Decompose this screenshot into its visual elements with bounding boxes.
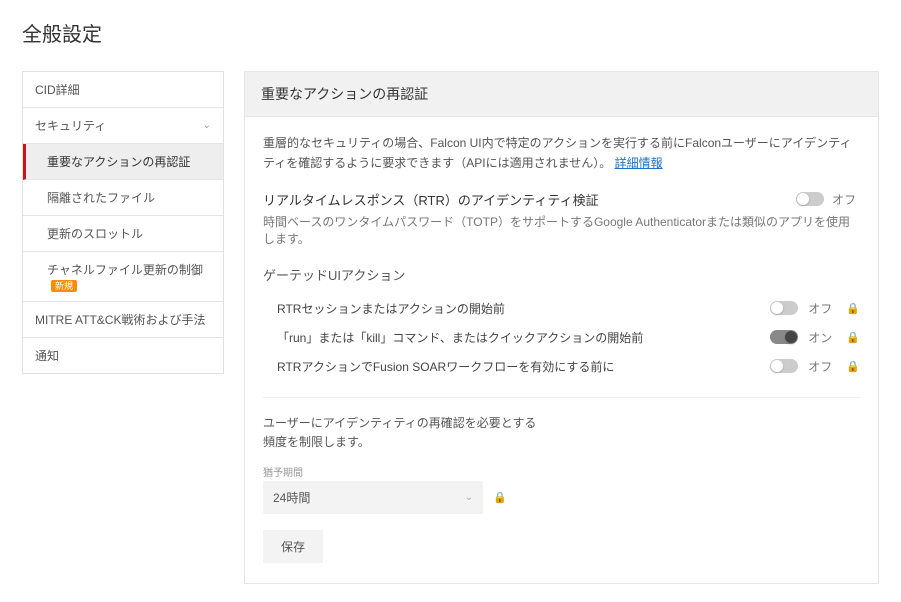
- gated-section-title: ゲーテッドUIアクション: [263, 265, 860, 284]
- freq-desc-line2: 頻度を制限します。: [263, 435, 370, 449]
- panel-header: 重要なアクションの再認証: [245, 72, 878, 117]
- lock-icon: 🔒: [846, 360, 860, 373]
- gated-toggle-2[interactable]: [770, 359, 798, 373]
- sidebar-item-reauth[interactable]: 重要なアクションの再認証: [23, 144, 223, 180]
- sidebar-item-channel-file[interactable]: チャネルファイル更新の制御 新規: [23, 252, 223, 302]
- sidebar-item-label: MITRE ATT&CK戦術および手法: [35, 311, 205, 328]
- save-button[interactable]: 保存: [263, 530, 323, 563]
- grace-period-label: 猶予期間: [263, 464, 860, 479]
- sidebar-item-label: セキュリティ: [35, 117, 106, 134]
- sidebar-item-label: CID詳細: [35, 81, 80, 98]
- freq-desc-line1: ユーザーにアイデンティティの再確認を必要とする: [263, 416, 536, 430]
- rtr-toggle-state: オフ: [832, 191, 860, 208]
- gated-row-label: 「run」または「kill」コマンド、またはクイックアクションの開始前: [277, 329, 760, 346]
- grace-period-select[interactable]: 24時間 ⌄: [263, 481, 483, 514]
- sidebar-item-notifications[interactable]: 通知: [23, 338, 223, 373]
- more-info-link[interactable]: 詳細情報: [615, 156, 663, 170]
- lock-icon: 🔒: [846, 302, 860, 315]
- gated-toggle-1[interactable]: [770, 330, 798, 344]
- lock-icon: 🔒: [493, 491, 507, 504]
- gated-row-label: RTRセッションまたはアクションの開始前: [277, 300, 760, 317]
- sidebar-item-mitre[interactable]: MITRE ATT&CK戦術および手法: [23, 302, 223, 338]
- lock-icon: 🔒: [846, 331, 860, 344]
- settings-panel: 重要なアクションの再認証 重層的なセキュリティの場合、Falcon UI内で特定…: [244, 71, 879, 584]
- chevron-down-icon: ⌄: [203, 120, 211, 131]
- gated-toggle-0[interactable]: [770, 301, 798, 315]
- panel-description: 重層的なセキュリティの場合、Falcon UI内で特定のアクションを実行する前に…: [263, 133, 860, 174]
- frequency-description: ユーザーにアイデンティティの再確認を必要とする 頻度を制限します。: [263, 414, 860, 452]
- rtr-title: リアルタイムレスポンス（RTR）のアイデンティティ検証: [263, 190, 599, 209]
- sidebar-item-cid[interactable]: CID詳細: [23, 72, 223, 108]
- sidebar-item-security[interactable]: セキュリティ ⌄: [23, 108, 223, 144]
- rtr-toggle[interactable]: [796, 192, 824, 206]
- gated-toggle-state: オフ: [808, 300, 836, 317]
- description-text: 重層的なセキュリティの場合、Falcon UI内で特定のアクションを実行する前に…: [263, 136, 852, 170]
- sidebar-item-throttle[interactable]: 更新のスロットル: [23, 216, 223, 252]
- sidebar-item-label: 通知: [35, 347, 59, 364]
- rtr-subtitle: 時間ベースのワンタイムパスワード（TOTP）をサポートするGoogle Auth…: [263, 213, 860, 247]
- sidebar-item-label: 重要なアクションの再認証: [47, 155, 190, 169]
- gated-row-label: RTRアクションでFusion SOARワークフローを有効にする前に: [277, 358, 760, 375]
- sidebar-item-label: 更新のスロットル: [47, 227, 143, 241]
- gated-row-2: RTRアクションでFusion SOARワークフローを有効にする前に オフ 🔒: [263, 352, 860, 381]
- sidebar-item-label: 隔離されたファイル: [47, 191, 155, 205]
- gated-row-1: 「run」または「kill」コマンド、またはクイックアクションの開始前 オン 🔒: [263, 323, 860, 352]
- grace-period-value: 24時間: [273, 489, 310, 506]
- page-title: 全般設定: [22, 18, 879, 47]
- sidebar-item-quarantine[interactable]: 隔離されたファイル: [23, 180, 223, 216]
- gated-toggle-state: オフ: [808, 358, 836, 375]
- badge-new: 新規: [51, 280, 77, 292]
- sidebar-item-label: チャネルファイル更新の制御: [47, 263, 203, 277]
- sidebar: CID詳細 セキュリティ ⌄ 重要なアクションの再認証 隔離されたファイル 更新…: [22, 71, 224, 374]
- divider: [263, 397, 860, 398]
- chevron-down-icon: ⌄: [465, 492, 473, 503]
- gated-toggle-state: オン: [808, 329, 836, 346]
- gated-row-0: RTRセッションまたはアクションの開始前 オフ 🔒: [263, 294, 860, 323]
